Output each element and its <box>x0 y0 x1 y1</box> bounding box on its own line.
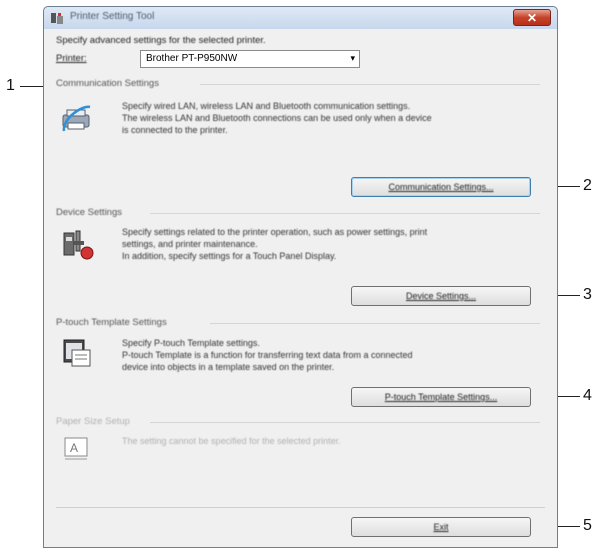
device-settings-button[interactable]: Device Settings... <box>351 286 531 306</box>
communication-desc-1: Specify wired LAN, wireless LAN and Blue… <box>122 101 411 111</box>
paper-size-icon: A <box>64 437 88 460</box>
ptouch-desc-2: P-touch Template is a function for trans… <box>122 350 413 360</box>
printer-select[interactable]: Brother PT-P950NW ▾ <box>140 50 360 68</box>
network-printer-icon <box>62 105 91 132</box>
communication-settings-label: Communication Settings <box>56 78 159 89</box>
communication-desc-2: The wireless LAN and Bluetooth connectio… <box>122 113 432 123</box>
close-button[interactable]: ✕ <box>513 9 551 26</box>
ptouch-template-settings-button-label: P-touch Template Settings... <box>384 392 498 402</box>
chevron-down-icon: ▾ <box>350 53 355 63</box>
ptouch-template-settings-button[interactable]: P-touch Template Settings... <box>351 387 531 407</box>
ptouch-desc-1: Specify P-touch Template settings. <box>122 338 260 348</box>
callout-3: 3 <box>583 286 592 303</box>
communication-settings-button[interactable]: Communication Settings... <box>351 177 531 197</box>
device-settings-label: Device Settings <box>56 207 123 218</box>
tools-icon <box>63 230 94 260</box>
device-settings-button-label: Device Settings... <box>405 291 477 301</box>
printer-setting-tool-window: Printer Setting Tool ✕ Specify advanced … <box>43 6 558 548</box>
printer-select-value: Brother PT-P950NW <box>146 53 238 64</box>
title-bar[interactable]: Printer Setting Tool ✕ <box>44 7 557 29</box>
communication-settings-button-label: Communication Settings... <box>388 182 494 192</box>
callout-2: 2 <box>583 177 592 194</box>
device-desc-2: settings, and printer maintenance. <box>122 239 258 249</box>
exit-button-label: Exit <box>433 522 449 532</box>
divider <box>150 422 540 423</box>
divider <box>56 507 545 508</box>
printer-label: Printer: <box>56 53 87 64</box>
divider <box>200 84 540 85</box>
divider <box>150 213 540 214</box>
intro-text: Specify advanced settings for the select… <box>56 35 266 46</box>
ptouch-desc-3: device into objects in a template saved … <box>122 362 335 372</box>
callout-1: 1 <box>6 77 15 94</box>
device-desc-1: Specify settings related to the printer … <box>122 227 428 237</box>
window-content: Specify advanced settings for the select… <box>50 31 551 541</box>
template-icon <box>63 339 91 367</box>
window-title: Printer Setting Tool <box>70 11 155 22</box>
divider <box>210 323 540 324</box>
ptouch-template-settings-label: P-touch Template Settings <box>56 317 167 328</box>
svg-text:A: A <box>70 441 78 455</box>
callout-5: 5 <box>583 517 592 534</box>
callout-4: 4 <box>583 387 592 404</box>
exit-button[interactable]: Exit <box>351 517 531 537</box>
communication-desc-3: is connected to the printer. <box>122 125 228 135</box>
device-desc-3: In addition, specify settings for a Touc… <box>122 251 337 261</box>
paper-size-setup-label: Paper Size Setup <box>56 416 130 427</box>
paper-size-desc: The setting cannot be specified for the … <box>122 436 341 446</box>
app-icon <box>51 13 63 24</box>
